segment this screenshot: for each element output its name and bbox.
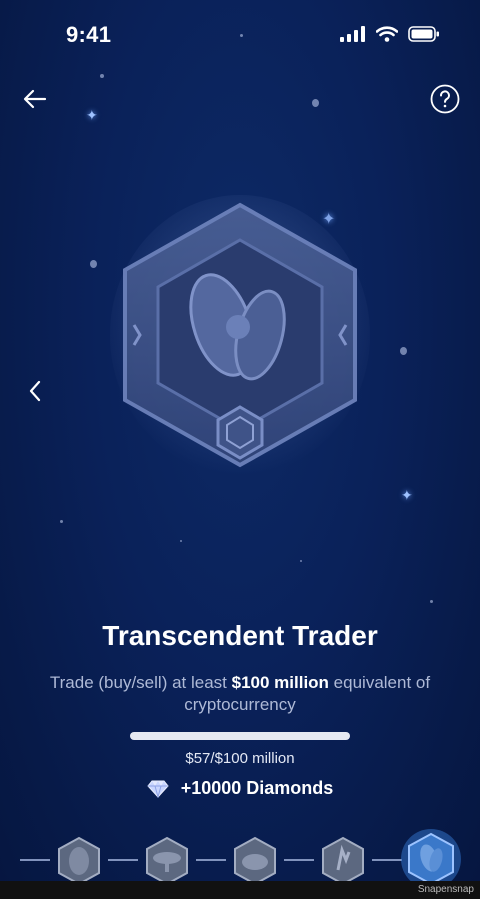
battery-icon: [408, 26, 439, 42]
sparkle-icon: ✦: [86, 107, 98, 123]
background-star: [90, 260, 97, 268]
rail-badge[interactable]: [142, 836, 192, 886]
chevron-left-icon: [29, 380, 41, 402]
reward-text: +10000 Diamonds: [180, 778, 334, 798]
background-star: [312, 99, 319, 107]
help-button[interactable]: [430, 84, 460, 114]
progress-text: $57/$100 million: [185, 750, 295, 767]
arrow-left-icon: [23, 89, 47, 109]
sparkle-icon: ✦: [401, 487, 413, 503]
rail-connector: [284, 859, 314, 861]
rail-badge[interactable]: [54, 836, 104, 886]
watermark-text: Snapensnap: [417, 884, 474, 895]
background-star: [400, 347, 407, 355]
rail-badge[interactable]: [318, 836, 368, 886]
background-star: [300, 560, 302, 562]
status-bar: 9:41: [0, 0, 480, 70]
system-icons: [340, 26, 440, 42]
background-star: [100, 74, 104, 78]
rail-badge[interactable]: [230, 836, 280, 886]
wifi-icon: [376, 26, 398, 42]
background-star: [180, 540, 182, 542]
description-text: Trade (buy/sell) at least: [49, 673, 232, 692]
footer-bar: Snapensnap: [0, 881, 480, 899]
achievement-badge: [110, 195, 370, 475]
cellular-signal-icon: [340, 26, 365, 42]
rail-connector: [108, 859, 138, 861]
crypto-com-logo: [216, 405, 264, 460]
description-highlight: $100 million: [231, 673, 329, 692]
achievement-title: Transcendent Trader: [102, 620, 378, 651]
diamond-icon: [147, 780, 169, 798]
reward-row: +10000 Diamonds: [0, 778, 480, 799]
rail-connector: [372, 859, 402, 861]
background-star: [60, 520, 63, 523]
question-circle-icon: [430, 84, 460, 114]
achievement-description: Trade (buy/sell) at least $100 million e…: [30, 672, 450, 716]
rail-connector: [196, 859, 226, 861]
background-star: [430, 600, 433, 603]
previous-achievement-button[interactable]: [22, 376, 48, 406]
rail-connector: [20, 859, 50, 861]
status-time: 9:41: [66, 22, 112, 47]
progress-bar: [130, 732, 350, 740]
back-button[interactable]: [18, 82, 52, 116]
